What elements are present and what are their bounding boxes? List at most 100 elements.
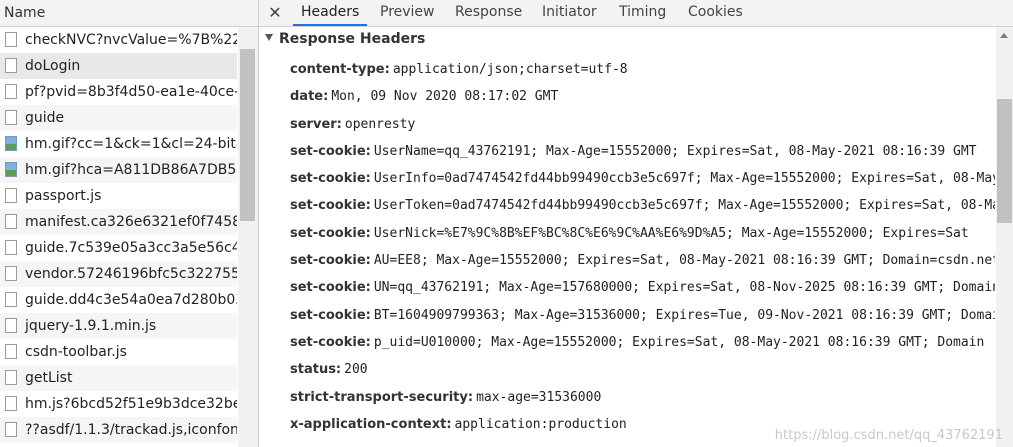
header-row: set-cookie: UserToken=0ad7474542fd44bb994… [290,192,995,219]
request-row[interactable]: hm.gif?hca=A811DB86A7DB526 [0,157,237,183]
request-name: getList [25,370,73,386]
header-row: set-cookie: UN=qq_43762191; Max-Age=15768… [290,274,995,301]
request-name: checkNVC?nvcValue=%7B%22a [25,32,237,48]
header-key: set-cookie: [290,334,371,350]
header-key: set-cookie: [290,280,371,296]
document-icon [5,396,17,411]
header-value: max-age=31536000 [476,389,602,405]
header-value: UN=qq_43762191; Max-Age=157680000; Expir… [373,280,995,296]
detail-tabbar: ✕ Headers Preview Response Initiator Tim… [259,0,1013,27]
request-name: hm.gif?hca=A811DB86A7DB526 [25,162,237,178]
document-icon [5,266,17,281]
close-icon[interactable]: ✕ [267,0,283,25]
response-headers-section-toggle[interactable]: Response Headers [265,29,425,49]
header-value: application/json;charset=utf-8 [392,62,628,77]
header-row: server: openresty [290,111,995,138]
header-row: set-cookie: AU=EE8; Max-Age=15552000; Exp… [290,247,995,274]
request-detail-panel: ✕ Headers Preview Response Initiator Tim… [259,0,1013,447]
response-headers-title: Response Headers [279,31,426,47]
document-icon [5,32,17,47]
request-name: manifest.ca326e6321ef0f7458d2 [25,214,237,230]
request-list-scrollbar-thumb[interactable] [240,49,255,221]
request-row[interactable]: guide.dd4c3e54a0ea7d280b03.j [0,287,237,313]
tab-headers[interactable]: Headers [293,0,368,26]
header-key: date: [290,89,329,105]
response-headers-list: content-type: application/json;charset=ut… [290,56,995,438]
request-name: pf?pvid=8b3f4d50-ea1e-40ce-a [25,84,237,100]
request-name: guide.dd4c3e54a0ea7d280b03.j [25,292,237,308]
request-row[interactable]: jquery-1.9.1.min.js [0,313,237,339]
scroll-up-arrow-icon[interactable] [1000,33,1008,38]
detail-scrollbar[interactable] [996,27,1013,447]
request-name: ??asdf/1.1.3/trackad.js,iconfont/ [25,422,237,438]
tab-initiator[interactable]: Initiator [542,0,597,26]
header-row: date: Mon, 09 Nov 2020 08:17:02 GMT [290,83,995,110]
triangle-down-icon [265,34,273,41]
request-row[interactable]: guide.7c539e05a3cc3a5e56c460 [0,235,237,261]
image-icon [5,162,17,177]
detail-scrollbar-thumb[interactable] [997,99,1012,223]
header-key: set-cookie: [290,307,371,323]
document-icon [5,58,17,73]
header-row: strict-transport-security: max-age=315360… [290,384,995,411]
header-row: content-type: application/json;charset=ut… [290,56,995,83]
header-value: 200 [344,362,368,378]
header-value: UserName=qq_43762191; Max-Age=15552000; … [373,143,977,159]
request-row[interactable]: getList [0,365,237,391]
header-key: content-type: [290,62,390,77]
header-row: set-cookie: UserNick=%E7%9C%8B%EF%BC%8C%E… [290,220,995,247]
request-row[interactable]: pf?pvid=8b3f4d50-ea1e-40ce-a [0,79,237,105]
document-icon [5,214,17,229]
request-name: doLogin [25,58,81,74]
header-row: status: 200 [290,356,995,383]
header-key: strict-transport-security: [290,389,474,405]
request-row[interactable]: csdn-toolbar.js [0,339,237,365]
request-list-scrollbar[interactable] [238,27,258,447]
header-value: UserToken=0ad7474542fd44bb99490ccb3e5c69… [373,198,995,214]
document-icon [5,344,17,359]
tab-preview[interactable]: Preview [380,0,435,26]
request-name: jquery-1.9.1.min.js [25,318,157,334]
document-icon [5,318,17,333]
request-row[interactable]: manifest.ca326e6321ef0f7458d2 [0,209,237,235]
header-key: set-cookie: [290,225,371,241]
header-value: application:production [454,416,627,432]
name-column-header[interactable]: Name [0,0,258,27]
header-key: set-cookie: [290,253,371,269]
request-name: passport.js [25,188,102,204]
tab-response[interactable]: Response [455,0,522,26]
header-value: p_uid=U010000; Max-Age=15552000; Expires… [373,334,985,350]
request-row[interactable]: vendor.57246196bfc5c3227559.j [0,261,237,287]
header-key: set-cookie: [290,171,371,187]
request-name: guide.7c539e05a3cc3a5e56c460 [25,240,237,256]
header-key: set-cookie: [290,143,371,159]
header-row: set-cookie: p_uid=U010000; Max-Age=155520… [290,329,995,356]
request-row[interactable]: hm.gif?cc=1&ck=1&cl=24-bit& [0,131,237,157]
request-row[interactable]: guide [0,105,237,131]
watermark: https://blog.csdn.net/qq_43762191 [774,428,1003,443]
document-icon [5,110,17,125]
header-value: UserInfo=0ad7474542fd44bb99490ccb3e5c697… [373,171,995,187]
request-name: hm.gif?cc=1&ck=1&cl=24-bit& [25,136,237,152]
document-icon [5,188,17,203]
tab-timing[interactable]: Timing [619,0,666,26]
document-icon [5,370,17,385]
request-row[interactable]: passport.js [0,183,237,209]
request-row[interactable]: hm.js?6bcd52f51e9b3dce32bec [0,391,237,417]
document-icon [5,240,17,255]
request-name: hm.js?6bcd52f51e9b3dce32bec [25,396,237,412]
tab-cookies[interactable]: Cookies [688,0,743,26]
header-value: openresty [344,116,416,132]
request-name: vendor.57246196bfc5c3227559.j [25,266,237,282]
request-row[interactable]: checkNVC?nvcValue=%7B%22a [0,27,237,53]
header-value: Mon, 09 Nov 2020 08:17:02 GMT [331,89,559,105]
request-list: checkNVC?nvcValue=%7B%22a doLogin pf?pvid=… [0,27,237,443]
request-name: guide [25,110,65,126]
header-value: AU=EE8; Max-Age=15552000; Expires=Sat, 0… [373,253,995,269]
request-row[interactable]: ??asdf/1.1.3/trackad.js,iconfont/ [0,417,237,443]
request-row[interactable]: doLogin [0,53,237,79]
image-icon [5,136,17,151]
header-value: BT=1604909799363; Max-Age=31536000; Expi… [373,307,995,323]
document-icon [5,422,17,437]
header-key: status: [290,362,342,378]
